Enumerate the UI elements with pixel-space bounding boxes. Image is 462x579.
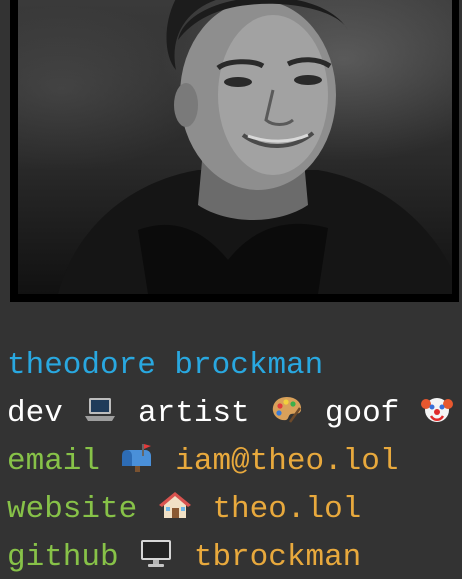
website-line: website theo.lol xyxy=(7,486,462,534)
github-line: github tbrockman xyxy=(7,534,462,579)
email-line: email iam@theo.lol xyxy=(7,438,462,486)
role-goof: goof xyxy=(324,396,400,431)
name-line: theodore brockman xyxy=(7,342,462,390)
palette-icon xyxy=(270,394,304,424)
bio: theodore brockman dev artist goof email … xyxy=(7,342,462,579)
github-label: github xyxy=(7,540,119,575)
laptop-icon xyxy=(83,394,117,424)
website-link[interactable]: theo.lol xyxy=(212,492,361,527)
clown-face-icon xyxy=(420,394,454,424)
desktop-computer-icon xyxy=(139,538,173,568)
roles-line: dev artist goof xyxy=(7,390,462,438)
github-link[interactable]: tbrockman xyxy=(194,540,361,575)
house-icon xyxy=(158,490,192,520)
email-link[interactable]: iam@theo.lol xyxy=(175,444,398,479)
role-artist: artist xyxy=(138,396,250,431)
mailbox-icon xyxy=(121,442,155,472)
role-dev: dev xyxy=(7,396,63,431)
email-label: email xyxy=(7,444,101,479)
website-label: website xyxy=(7,492,138,527)
profile-photo xyxy=(18,0,452,294)
profile-photo-frame xyxy=(10,0,459,302)
name-heading: theodore brockman xyxy=(7,348,324,383)
